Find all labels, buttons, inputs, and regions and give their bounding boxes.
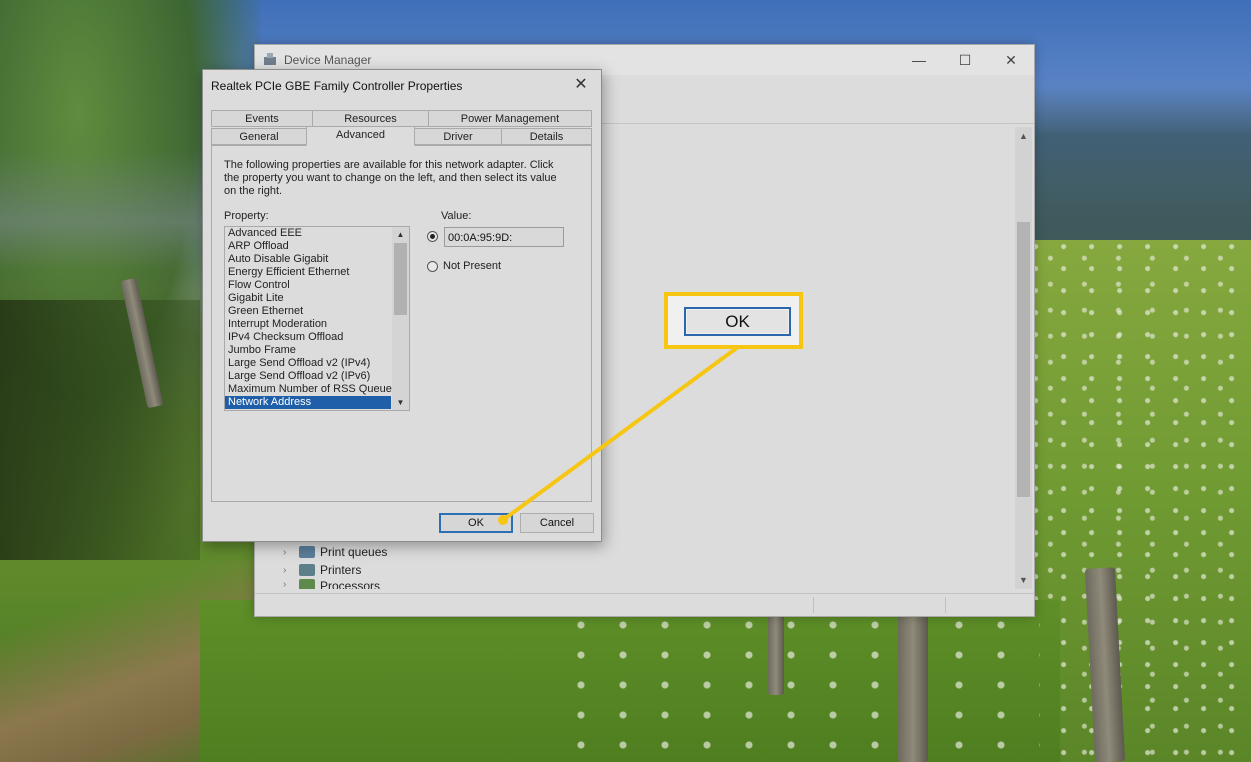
maximize-button[interactable]: ☐ [942,45,988,75]
property-list-item[interactable]: Maximum Number of RSS Queues [225,383,397,396]
dialog-close-button[interactable]: ✕ [567,73,595,97]
property-list-item[interactable]: Network Address [225,396,391,409]
property-list-item[interactable]: Auto Disable Gigabit [225,253,391,266]
tree-item-printers[interactable]: › Printers [283,561,361,579]
dialog-title: Realtek PCIe GBE Family Controller Prope… [211,79,463,93]
property-list-item[interactable]: Large Send Offload v2 (IPv6) [225,370,391,383]
property-list-scrollbar[interactable]: ▲ ▼ [392,227,409,410]
close-button[interactable]: ✕ [988,45,1034,75]
property-list-item[interactable]: IPv4 Checksum Offload [225,331,391,344]
device-manager-title: Device Manager [284,53,372,67]
tree-item-label: Print queues [320,545,388,559]
printer-icon [299,564,315,576]
scroll-up-icon[interactable]: ▲ [1015,131,1032,141]
tab-details[interactable]: Details [501,128,592,145]
device-manager-icon [264,53,276,65]
tab-general[interactable]: General [211,128,307,145]
chevron-right-icon[interactable]: › [283,579,293,589]
scroll-down-icon[interactable]: ▼ [392,398,409,407]
advanced-description: The following properties are available f… [224,159,557,197]
scroll-thumb[interactable] [1017,222,1030,497]
advanced-tab-panel: The following properties are available f… [211,145,592,502]
chevron-right-icon[interactable]: › [283,565,293,576]
property-list-item[interactable]: Energy Efficient Ethernet [225,266,391,279]
tab-advanced[interactable]: Advanced [306,126,415,146]
tree-item-label: Processors [320,579,381,589]
network-address-input[interactable]: 00:0A:95:9D: [444,227,564,247]
callout-highlight-box: OK [664,292,803,349]
property-list-item[interactable]: Green Ethernet [225,305,391,318]
scroll-thumb[interactable] [394,243,407,315]
value-radio[interactable] [427,231,438,242]
tree-item-print-queues[interactable]: › Print queues [283,543,387,561]
not-present-label: Not Present [443,260,502,272]
chevron-right-icon[interactable]: › [283,547,293,558]
scroll-up-icon[interactable]: ▲ [392,230,409,239]
callout-ok-button: OK [684,307,791,336]
tab-power-management[interactable]: Power Management [428,110,592,127]
tree-item-processors[interactable]: › Processors [283,579,380,589]
property-list-item[interactable]: Flow Control [225,279,391,292]
tree-item-label: Printers [320,563,362,577]
tab-driver[interactable]: Driver [414,128,502,145]
property-list-item[interactable]: Jumbo Frame [225,344,391,357]
tab-events[interactable]: Events [211,110,313,127]
print-queue-icon [299,546,315,558]
not-present-radio[interactable] [427,261,438,272]
tab-resources[interactable]: Resources [312,110,429,127]
property-list-item[interactable]: Interrupt Moderation [225,318,391,331]
cancel-button[interactable]: Cancel [520,513,594,533]
property-listbox[interactable]: Advanced EEE ARP Offload Auto Disable Giga… [224,226,410,411]
status-bar [255,593,1034,616]
property-label: Property: [224,210,269,222]
adapter-properties-dialog: Realtek PCIe GBE Family Controller Prope… [202,69,602,542]
minimize-button[interactable]: — [896,45,942,75]
value-label: Value: [441,210,472,222]
ok-button[interactable]: OK [439,513,513,533]
property-list-item[interactable]: ARP Offload [225,240,391,253]
scroll-down-icon[interactable]: ▼ [1015,575,1032,585]
processor-icon [299,579,315,589]
device-tree-scrollbar[interactable]: ▲ ▼ [1015,127,1032,589]
property-list-item[interactable]: Advanced EEE [225,227,391,240]
property-list-item[interactable]: Gigabit Lite [225,292,391,305]
property-list-item[interactable]: Large Send Offload v2 (IPv4) [225,357,391,370]
